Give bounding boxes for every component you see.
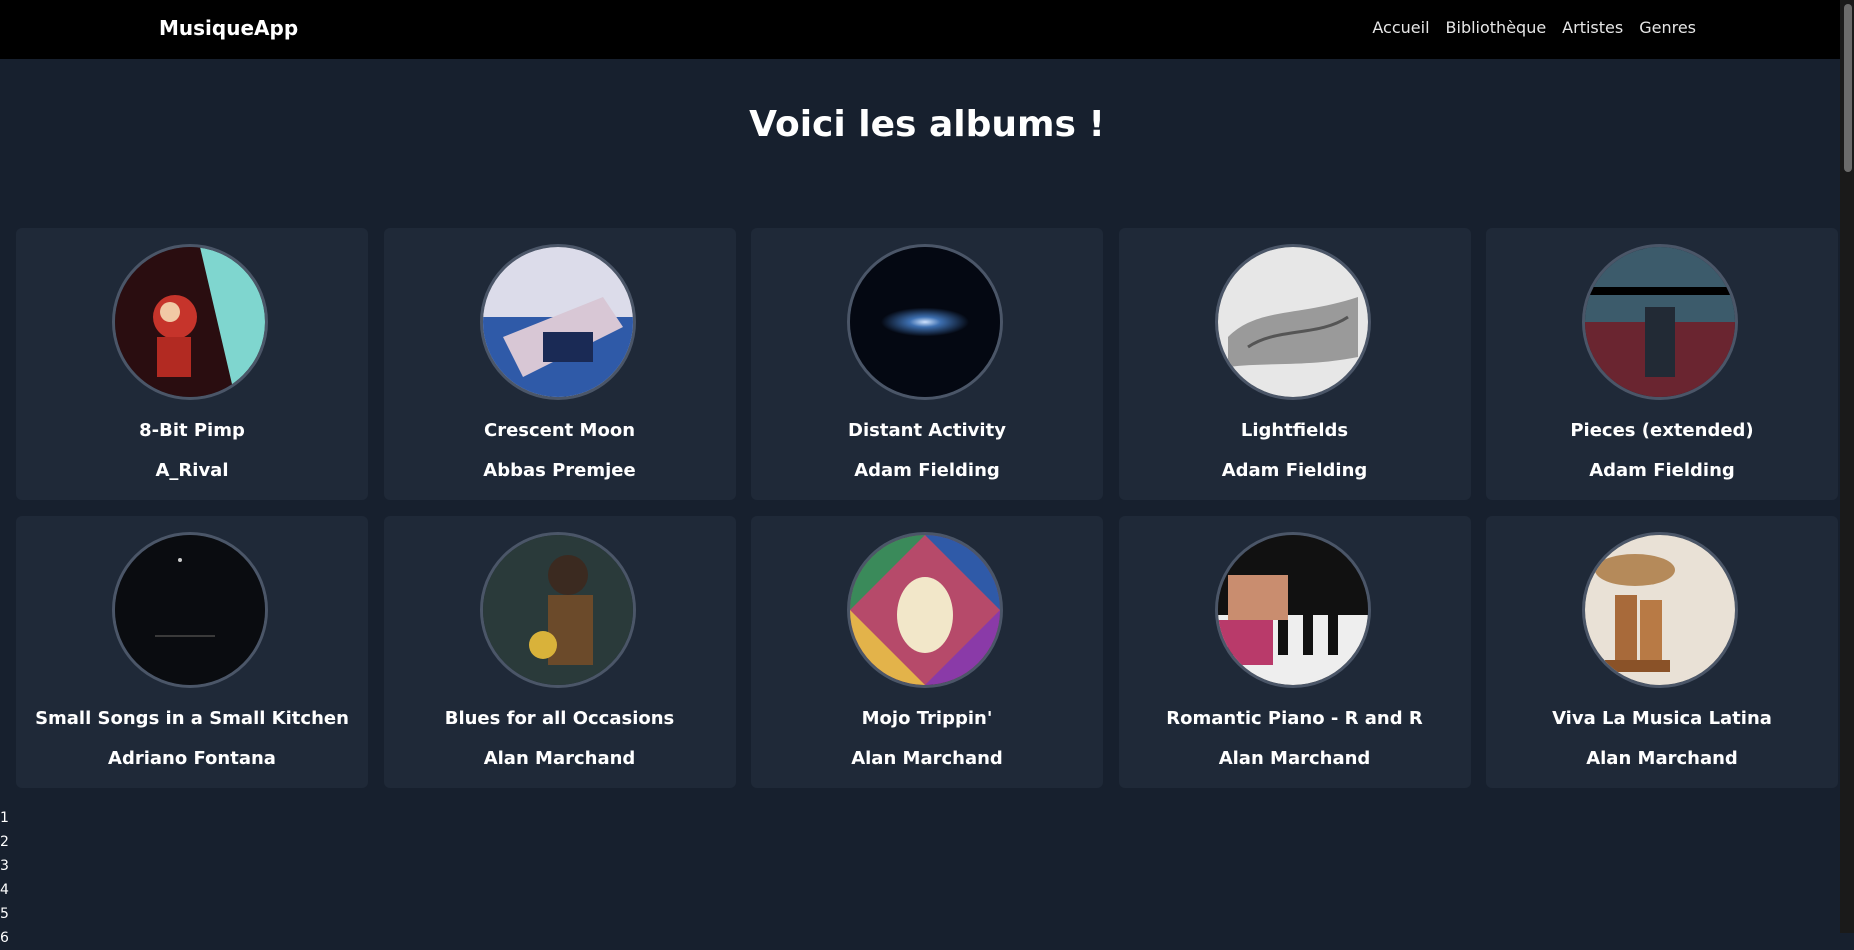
album-card[interactable]: Mojo Trippin' Alan Marchand — [751, 516, 1103, 788]
nav-link-genres[interactable]: Genres — [1639, 18, 1696, 37]
album-artist[interactable]: Abbas Premjee — [384, 460, 736, 481]
album-title[interactable]: Romantic Piano - R and R — [1119, 708, 1471, 729]
album-cover[interactable] — [479, 244, 636, 400]
album-cover[interactable] — [847, 244, 1003, 400]
album-cover[interactable] — [112, 532, 268, 688]
album-cover[interactable] — [112, 244, 268, 400]
album-title[interactable]: Distant Activity — [751, 420, 1103, 441]
album-cover[interactable] — [1582, 532, 1738, 688]
album-grid: 8-Bit Pimp A_Rival Crescent Moon Abbas P… — [16, 228, 1838, 788]
vertical-scrollbar[interactable] — [1840, 0, 1854, 933]
album-artist[interactable]: Adam Fielding — [1119, 460, 1471, 481]
album-artist[interactable]: Alan Marchand — [1486, 748, 1838, 769]
album-card[interactable]: Small Songs in a Small Kitchen Adriano F… — [16, 516, 368, 788]
page-title: Voici les albums ! — [749, 104, 1105, 145]
album-title[interactable]: Lightfields — [1119, 420, 1471, 441]
album-card[interactable]: Pieces (extended) Adam Fielding — [1486, 228, 1838, 500]
album-cover[interactable] — [1214, 532, 1371, 688]
album-card[interactable]: Romantic Piano - R and R Alan Marchand — [1118, 516, 1471, 788]
album-artist[interactable]: Alan Marchand — [1119, 748, 1471, 769]
album-card[interactable]: Blues for all Occasions Alan Marchand — [383, 516, 736, 788]
nav-link-accueil[interactable]: Accueil — [1372, 18, 1429, 37]
page-link[interactable]: 3 — [0, 854, 9, 878]
album-artist[interactable]: A_Rival — [16, 460, 368, 481]
pagination: 1 2 3 4 5 6 — [0, 806, 9, 950]
nav-link-artistes[interactable]: Artistes — [1562, 18, 1623, 37]
album-card[interactable]: 8-Bit Pimp A_Rival — [16, 228, 368, 500]
album-artist[interactable]: Adriano Fontana — [16, 748, 368, 769]
nav-link-bibliotheque[interactable]: Bibliothèque — [1446, 18, 1547, 37]
album-title[interactable]: Small Songs in a Small Kitchen — [16, 708, 368, 729]
page-link[interactable]: 2 — [0, 830, 9, 854]
album-title[interactable]: 8-Bit Pimp — [16, 420, 368, 441]
album-title[interactable]: Pieces (extended) — [1486, 420, 1838, 441]
album-artist[interactable]: Adam Fielding — [751, 460, 1103, 481]
album-card[interactable]: Distant Activity Adam Fielding — [751, 228, 1103, 500]
album-title[interactable]: Blues for all Occasions — [384, 708, 736, 729]
page-link[interactable]: 5 — [0, 902, 9, 926]
album-title[interactable]: Crescent Moon — [384, 420, 736, 441]
album-cover[interactable] — [479, 532, 636, 688]
album-card[interactable]: Crescent Moon Abbas Premjee — [383, 228, 736, 500]
page-link[interactable]: 6 — [0, 926, 9, 950]
album-card[interactable]: Viva La Musica Latina Alan Marchand — [1486, 516, 1838, 788]
album-title[interactable]: Viva La Musica Latina — [1486, 708, 1838, 729]
album-artist[interactable]: Alan Marchand — [751, 748, 1103, 769]
album-artist[interactable]: Alan Marchand — [384, 748, 736, 769]
album-cover[interactable] — [1582, 244, 1738, 400]
album-cover[interactable] — [847, 532, 1003, 688]
page-link[interactable]: 1 — [0, 806, 9, 830]
nav-links: Accueil Bibliothèque Artistes Genres — [1372, 18, 1696, 37]
album-artist[interactable]: Adam Fielding — [1486, 460, 1838, 481]
album-title[interactable]: Mojo Trippin' — [751, 708, 1103, 729]
scrollbar-thumb[interactable] — [1844, 4, 1852, 172]
page-link[interactable]: 4 — [0, 878, 9, 902]
brand-link[interactable]: MusiqueApp — [159, 16, 298, 40]
top-navbar: MusiqueApp Accueil Bibliothèque Artistes… — [0, 0, 1854, 59]
album-cover[interactable] — [1214, 244, 1371, 400]
album-card[interactable]: Lightfields Adam Fielding — [1118, 228, 1471, 500]
